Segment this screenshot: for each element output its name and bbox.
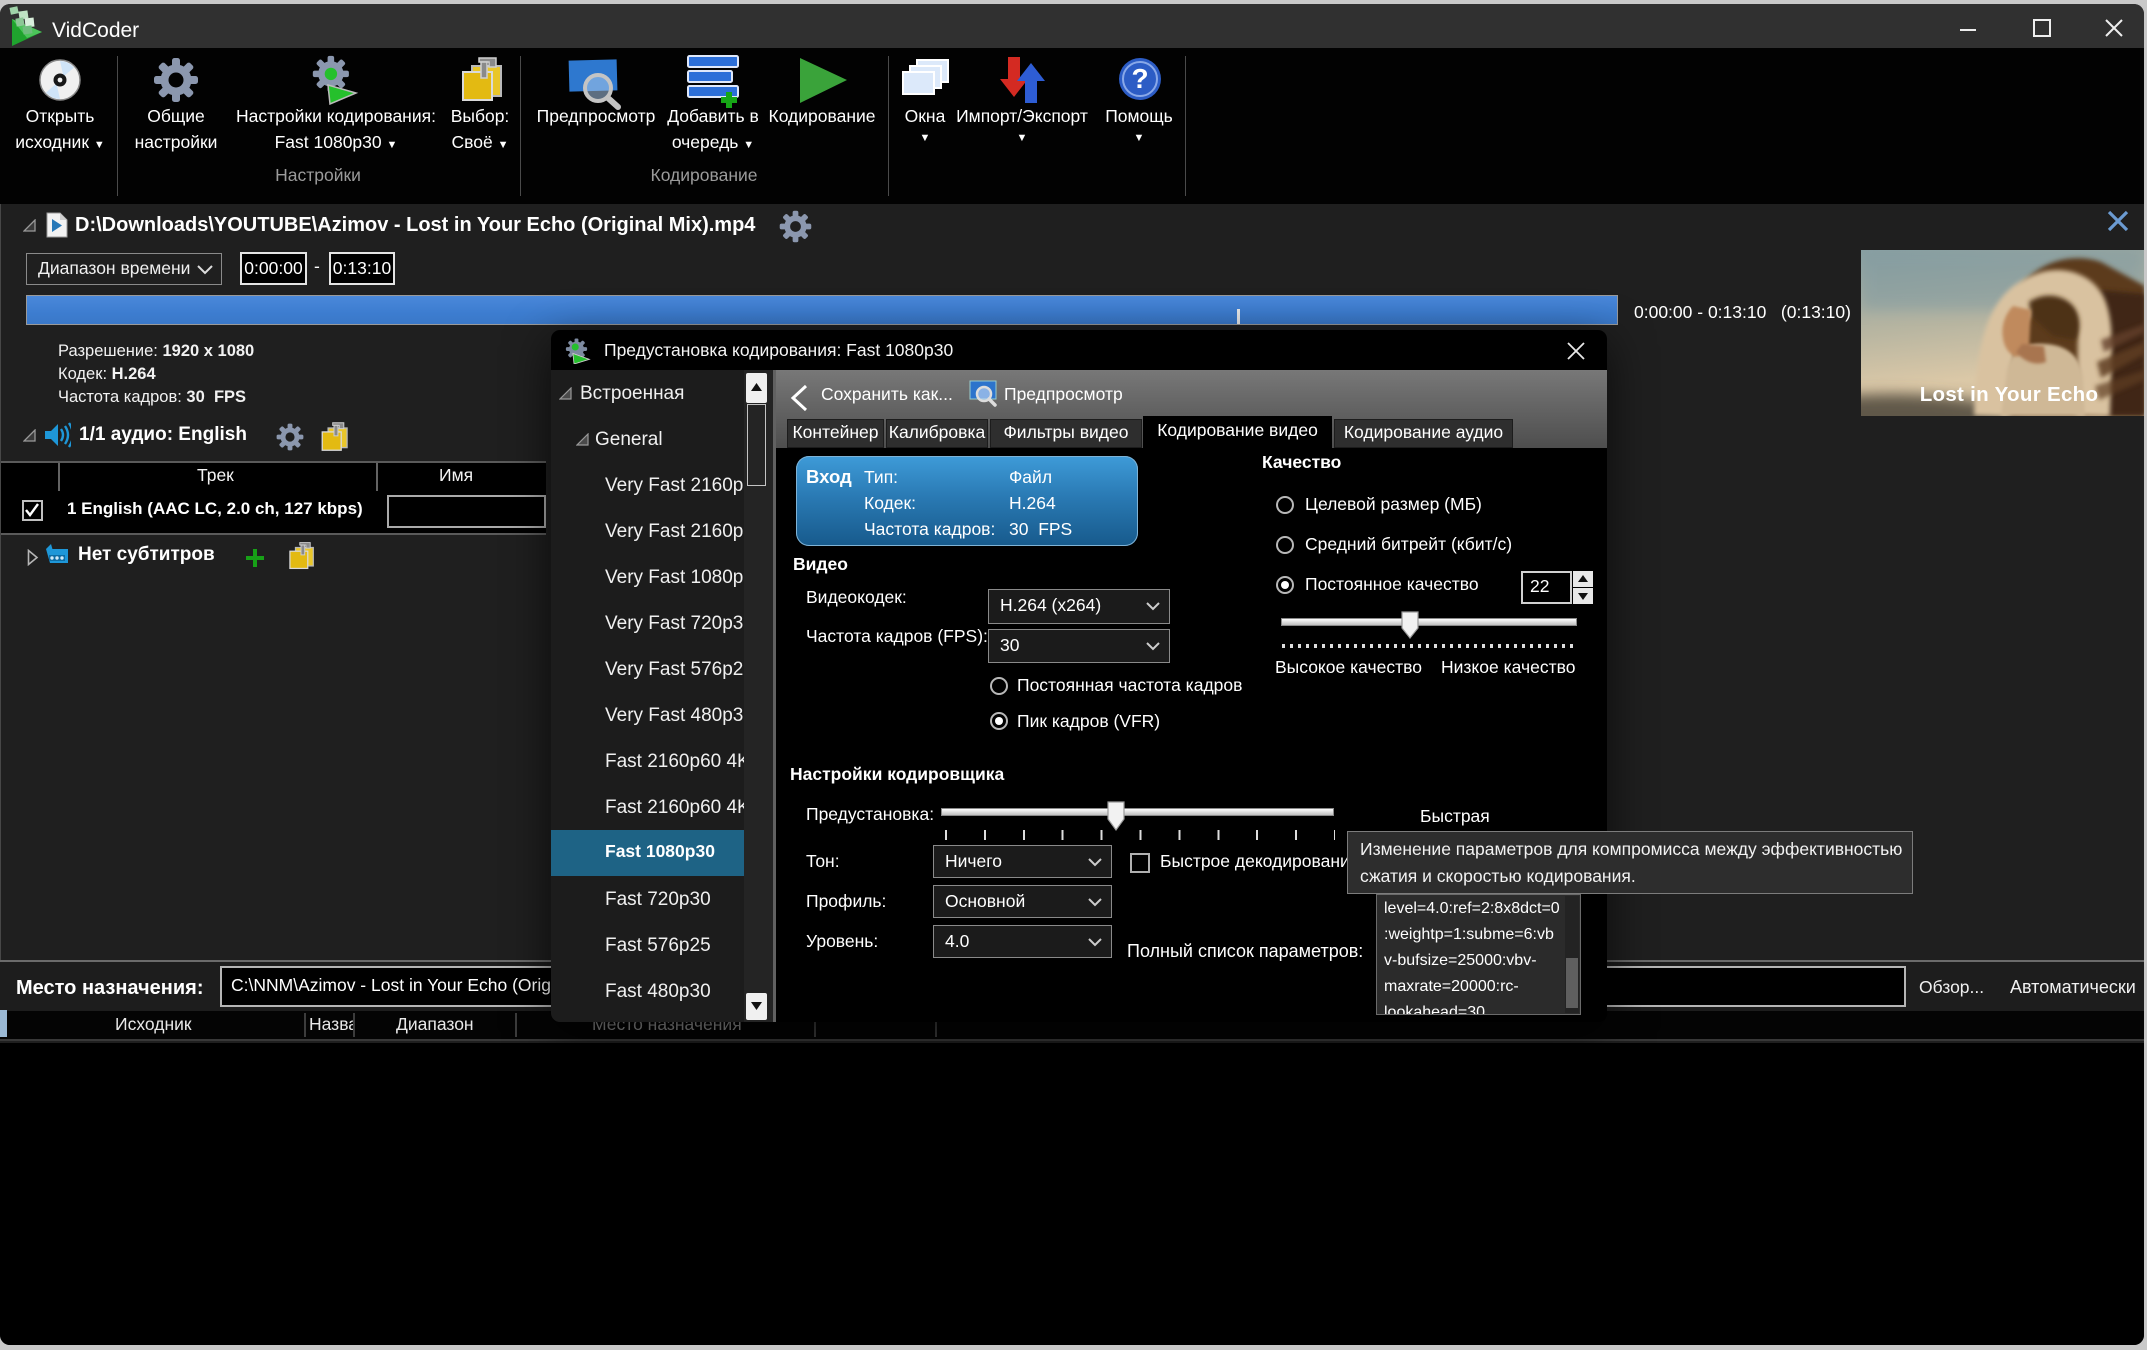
svg-text:?: ? (1131, 63, 1148, 94)
svg-text:Lost in Your Echo: Lost in Your Echo (1920, 383, 2099, 406)
